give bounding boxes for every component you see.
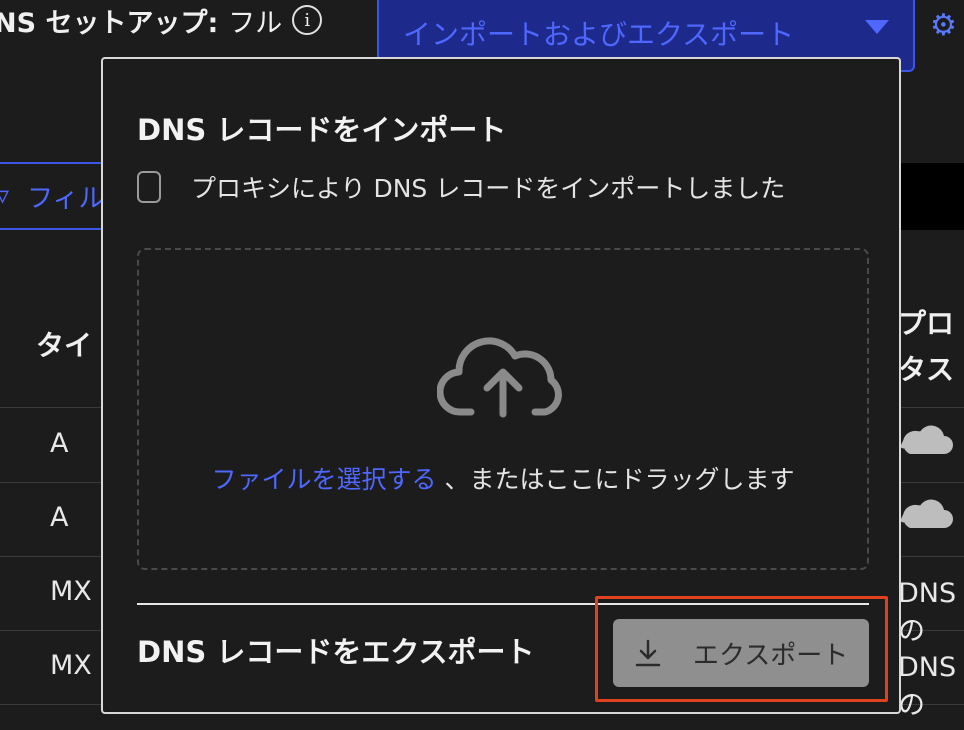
dns-setup-value: フル: [228, 7, 283, 39]
import-export-label: インポートおよびエクスポート: [403, 18, 795, 51]
file-dropzone[interactable]: ファイルを選択する 、またはここにドラッグします: [137, 248, 869, 570]
table-row-type: A: [50, 428, 69, 459]
table-row-type: MX: [50, 650, 92, 681]
proxied-cloud-icon: [900, 425, 953, 454]
dns-setup-status: NS セットアップ: フル i: [0, 0, 323, 40]
filter-label: フィル: [27, 183, 105, 214]
export-title: DNS レコードをエクスポート: [137, 635, 535, 669]
caret-down-icon: [865, 20, 889, 34]
filter-icon: ▿: [0, 181, 10, 211]
proxied-cloud-icon: [900, 499, 953, 528]
table-row-type: MX: [50, 576, 92, 607]
choose-file-link[interactable]: ファイルを選択する: [212, 465, 437, 494]
table-row-type: A: [50, 502, 69, 533]
table-row-proxy-status: DNS の: [898, 578, 957, 647]
gear-icon[interactable]: ⚙: [930, 8, 964, 43]
cloud-upload-icon: [437, 337, 562, 418]
table-row-proxy-status: DNS の: [898, 652, 957, 721]
import-export-popover: DNS レコードをインポート プロキシにより DNS レコードをインポートしまし…: [101, 57, 901, 714]
dropzone-hint: 、またはここにドラッグします: [444, 465, 795, 494]
proxy-import-label: プロキシにより DNS レコードをインポートしました: [191, 174, 786, 203]
proxy-import-option[interactable]: プロキシにより DNS レコードをインポートしました: [137, 169, 785, 205]
dropzone-instructions: ファイルを選択する 、またはここにドラッグします: [139, 460, 867, 496]
column-header-proxy: プロ: [898, 307, 955, 340]
info-circle-icon[interactable]: i: [292, 5, 323, 35]
export-button[interactable]: エクスポート: [613, 619, 869, 687]
dns-setup-label: NS セットアップ:: [0, 7, 219, 39]
column-header-type: タイ: [36, 329, 93, 362]
export-button-label: エクスポート: [693, 640, 849, 671]
column-header-proxy-line2: タス: [898, 353, 955, 386]
search-input[interactable]: [898, 163, 964, 230]
proxy-import-checkbox[interactable]: [137, 171, 161, 203]
filter-button[interactable]: ▿ フィル: [0, 162, 116, 230]
import-title: DNS レコードをインポート: [137, 113, 507, 147]
download-icon: [635, 639, 661, 667]
